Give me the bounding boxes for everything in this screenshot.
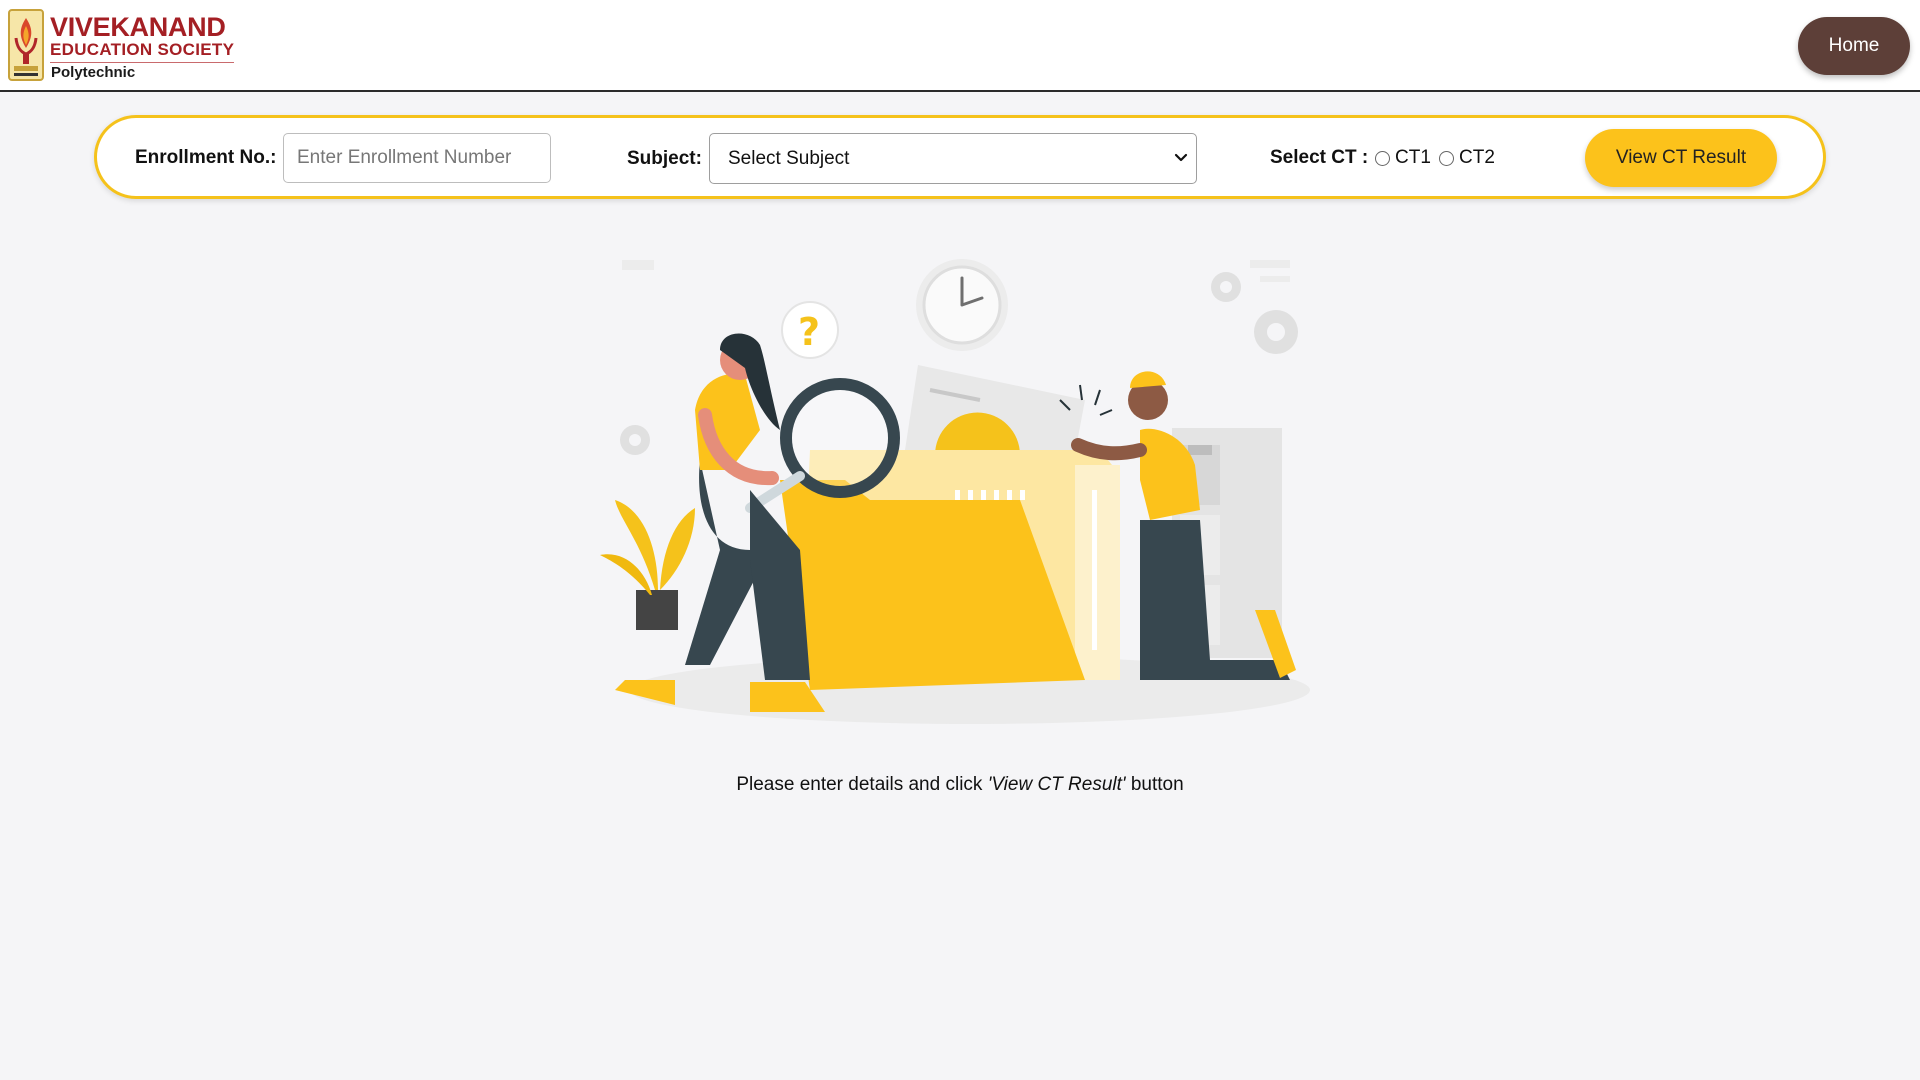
- subject-label: Subject:: [627, 148, 702, 169]
- ct-result-form: Enrollment No.: Subject: Select Subject …: [94, 115, 1826, 199]
- subject-selected-value: Select Subject: [728, 147, 850, 169]
- searching-files-illustration: ?: [600, 259, 1310, 724]
- instruction-text: Please enter details and click 'View CT …: [0, 774, 1920, 796]
- ct2-radio-label[interactable]: CT2: [1459, 147, 1495, 169]
- instruction-emphasis: 'View CT Result': [987, 774, 1126, 795]
- logo-title: VIVEKANAND: [50, 12, 226, 42]
- enrollment-input[interactable]: [283, 133, 551, 183]
- ct1-radio-label[interactable]: CT1: [1395, 147, 1431, 169]
- ves-logo[interactable]: VIVEKANAND EDUCATION SOCIETY Polytechnic: [8, 8, 258, 84]
- select-ct-label: Select CT :: [1270, 147, 1369, 168]
- logo-tagline: Polytechnic: [51, 64, 136, 81]
- top-header: VIVEKANAND EDUCATION SOCIETY Polytechnic…: [0, 0, 1920, 92]
- ct1-radio[interactable]: [1375, 151, 1390, 166]
- home-button[interactable]: Home: [1798, 17, 1910, 75]
- instruction-suffix: button: [1125, 774, 1184, 795]
- view-ct-result-button[interactable]: View CT Result: [1585, 129, 1777, 187]
- enrollment-label: Enrollment No.:: [135, 147, 277, 168]
- instruction-prefix: Please enter details and click: [736, 774, 988, 795]
- logo-subtitle: EDUCATION SOCIETY: [50, 40, 235, 63]
- chevron-down-icon: [1174, 153, 1188, 162]
- logo-emblem-icon: [8, 9, 44, 81]
- subject-select[interactable]: Select Subject: [709, 133, 1197, 184]
- svg-text:?: ?: [798, 310, 820, 354]
- ct2-radio[interactable]: [1439, 151, 1454, 166]
